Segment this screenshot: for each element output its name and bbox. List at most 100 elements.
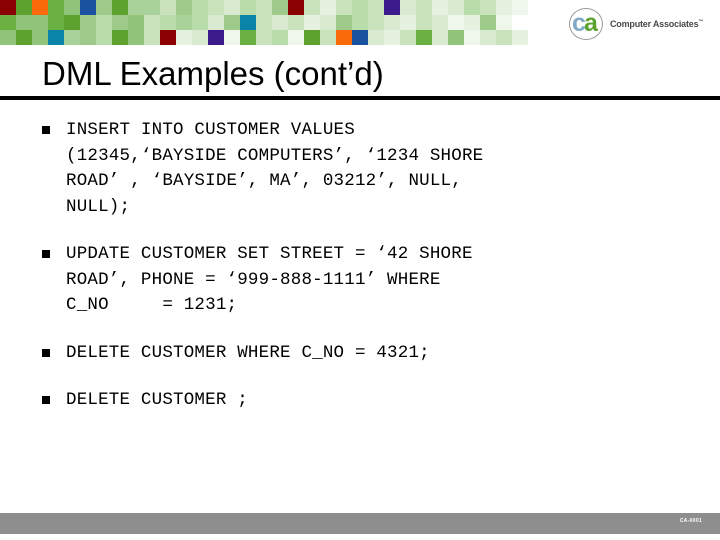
mosaic-cell [512,30,528,45]
mosaic-cell [256,0,272,15]
mosaic-cell [288,0,304,15]
mosaic-cell [480,15,496,30]
company-name: Computer Associates™ [610,19,703,29]
mosaic-cell [144,30,160,45]
mosaic-cell [16,0,32,15]
mosaic-cell [64,0,80,15]
mosaic-cell [272,0,288,15]
mosaic-cell [272,15,288,30]
ca-logo: c a Computer Associates™ [566,6,716,42]
ca-logo-mark: c a [566,7,608,41]
mosaic-cell [224,30,240,45]
bullet-text: INSERT INTO CUSTOMER VALUES (12345,‘BAYS… [66,120,484,217]
mosaic-cell [240,0,256,15]
bullet-square-icon [42,126,50,134]
mosaic-cell [16,15,32,30]
mosaic-cell [448,0,464,15]
bullet-text: DELETE CUSTOMER WHERE C_NO = 4321; [66,342,430,363]
mosaic-cell [0,0,16,15]
bullet-square-icon [42,348,50,357]
mosaic-cell [544,0,560,15]
mosaic-cell [192,15,208,30]
mosaic-cell [16,30,32,45]
ca-logo-letter-c: c [572,9,586,37]
mosaic-cell [192,0,208,15]
mosaic-cell [464,0,480,15]
mosaic-cell [544,30,560,45]
mosaic-cell [400,0,416,15]
mosaic-cell [304,15,320,30]
mosaic-cell [192,30,208,45]
mosaic-cell [480,30,496,45]
mosaic-cell [224,0,240,15]
ca-logo-letter-a: a [584,9,598,37]
mosaic-cell [448,15,464,30]
mosaic-cell [128,30,144,45]
mosaic-cell [240,30,256,45]
mosaic-cell [64,30,80,45]
mosaic-cell [336,0,352,15]
mosaic-cell [432,15,448,30]
mosaic-cell [144,0,160,15]
page-title: DML Examples (cont’d) [42,55,384,92]
mosaic-cell [144,15,160,30]
mosaic-cell [64,15,80,30]
bullet-item: DELETE CUSTOMER WHERE C_NO = 4321; [0,341,720,367]
mosaic-cell [224,15,240,30]
mosaic-cell [416,0,432,15]
mosaic-cell [208,15,224,30]
bullet-square-icon [42,250,50,258]
mosaic-cell [80,15,96,30]
mosaic-cell [0,30,16,45]
mosaic-cell [112,0,128,15]
mosaic-cell [160,15,176,30]
mosaic-cell [336,30,352,45]
mosaic-cell [112,15,128,30]
mosaic-cell [368,15,384,30]
mosaic-cell [512,15,528,30]
mosaic-cell [480,0,496,15]
bullet-item: UPDATE CUSTOMER SET STREET = ‘42 SHORE R… [0,242,720,319]
mosaic-cell [32,30,48,45]
mosaic-cell [48,0,64,15]
mosaic-cell [352,15,368,30]
mosaic-cell [160,30,176,45]
mosaic-cell [336,15,352,30]
mosaic-cell [432,0,448,15]
bullet-item: INSERT INTO CUSTOMER VALUES (12345,‘BAYS… [0,118,720,220]
bullet-text: UPDATE CUSTOMER SET STREET = ‘42 SHORE R… [66,244,473,315]
mosaic-cell [176,15,192,30]
mosaic-cell [384,0,400,15]
mosaic-cell [48,30,64,45]
mosaic-cell [304,0,320,15]
header-band: c a Computer Associates™ [0,0,720,46]
mosaic-cell [80,0,96,15]
mosaic-cell [496,0,512,15]
mosaic-cell [400,30,416,45]
mosaic-cell [544,15,560,30]
mosaic-cell [112,30,128,45]
mosaic-cell [368,0,384,15]
bullet-text: DELETE CUSTOMER ; [66,390,248,410]
mosaic-cell [400,15,416,30]
mosaic-cell [448,30,464,45]
mosaic-cell [320,0,336,15]
mosaic-cell [176,0,192,15]
mosaic-cell [80,30,96,45]
bullet-list: INSERT INTO CUSTOMER VALUES (12345,‘BAYS… [0,118,720,436]
mosaic-cell [272,30,288,45]
bullet-item: DELETE CUSTOMER ; [0,388,720,414]
mosaic-cell [368,30,384,45]
mosaic-cell [176,30,192,45]
footer-note: CA-0001 [679,518,702,524]
mosaic-cell [160,0,176,15]
mosaic-cell [384,30,400,45]
mosaic-cell [432,30,448,45]
mosaic-cell [304,30,320,45]
mosaic-cell [32,15,48,30]
mosaic-cell [528,0,544,15]
mosaic-cell [96,15,112,30]
mosaic-cell [96,30,112,45]
mosaic-cell [384,15,400,30]
mosaic-cell [208,30,224,45]
